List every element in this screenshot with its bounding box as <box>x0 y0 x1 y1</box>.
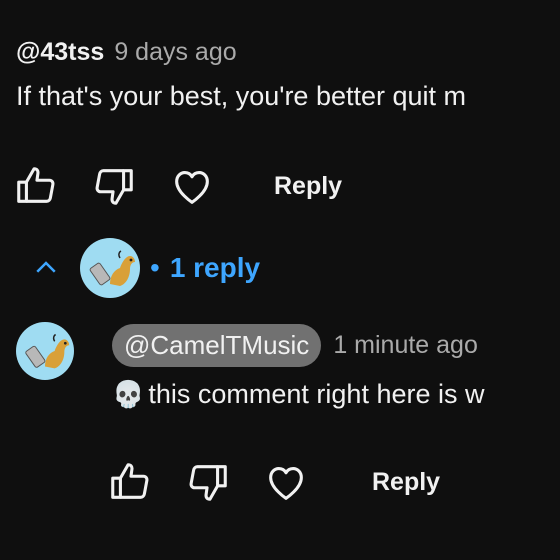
dislike-button[interactable] <box>184 458 232 506</box>
comment-text: If that's your best, you're better quit … <box>16 81 467 111</box>
comment: @43tss 9 days ago If that's your best, y… <box>16 38 560 112</box>
chevron-up-icon <box>28 250 64 286</box>
comments-panel: @43tss 9 days ago If that's your best, y… <box>0 0 560 560</box>
thumbs-up-icon <box>111 463 149 499</box>
reply-timestamp[interactable]: 1 minute ago <box>333 331 478 360</box>
reply-header: @CamelTMusic 1 minute ago <box>112 324 560 367</box>
thumbs-down-icon <box>189 465 227 501</box>
like-button[interactable] <box>106 458 154 506</box>
reply-text-content: this comment right here is w <box>148 379 485 409</box>
separator-dot: • <box>150 252 160 283</box>
camel-avatar-icon <box>25 333 70 369</box>
reply-button[interactable]: Reply <box>274 172 342 201</box>
thumbs-down-icon <box>95 169 133 205</box>
heart-button[interactable] <box>168 162 216 210</box>
reply-button[interactable]: Reply <box>372 468 440 497</box>
avatar[interactable] <box>16 322 74 380</box>
thumbs-up-icon <box>17 167 55 203</box>
comment-timestamp[interactable]: 9 days ago <box>114 38 236 67</box>
reply-comment: @CamelTMusic 1 minute ago 💀 this comment… <box>112 324 560 410</box>
comment-author-handle[interactable]: @43tss <box>16 38 104 67</box>
author-mention-chip[interactable]: @CamelTMusic <box>112 324 322 367</box>
comment-actions: Reply <box>12 162 342 210</box>
like-button[interactable] <box>12 162 60 210</box>
avatar <box>80 238 140 298</box>
dislike-button[interactable] <box>90 162 138 210</box>
reply-actions: Reply <box>106 458 440 506</box>
camel-avatar-icon <box>89 250 135 286</box>
comment-header: @43tss 9 days ago <box>16 38 560 67</box>
replies-toggle[interactable]: • 1 reply <box>28 238 260 298</box>
heart-button[interactable] <box>262 458 310 506</box>
reply-count[interactable]: 1 reply <box>170 252 260 284</box>
skull-emoji: 💀 <box>112 379 145 409</box>
heart-icon <box>269 467 303 500</box>
heart-icon <box>175 171 209 204</box>
reply-text: 💀 this comment right here is w <box>112 379 560 410</box>
